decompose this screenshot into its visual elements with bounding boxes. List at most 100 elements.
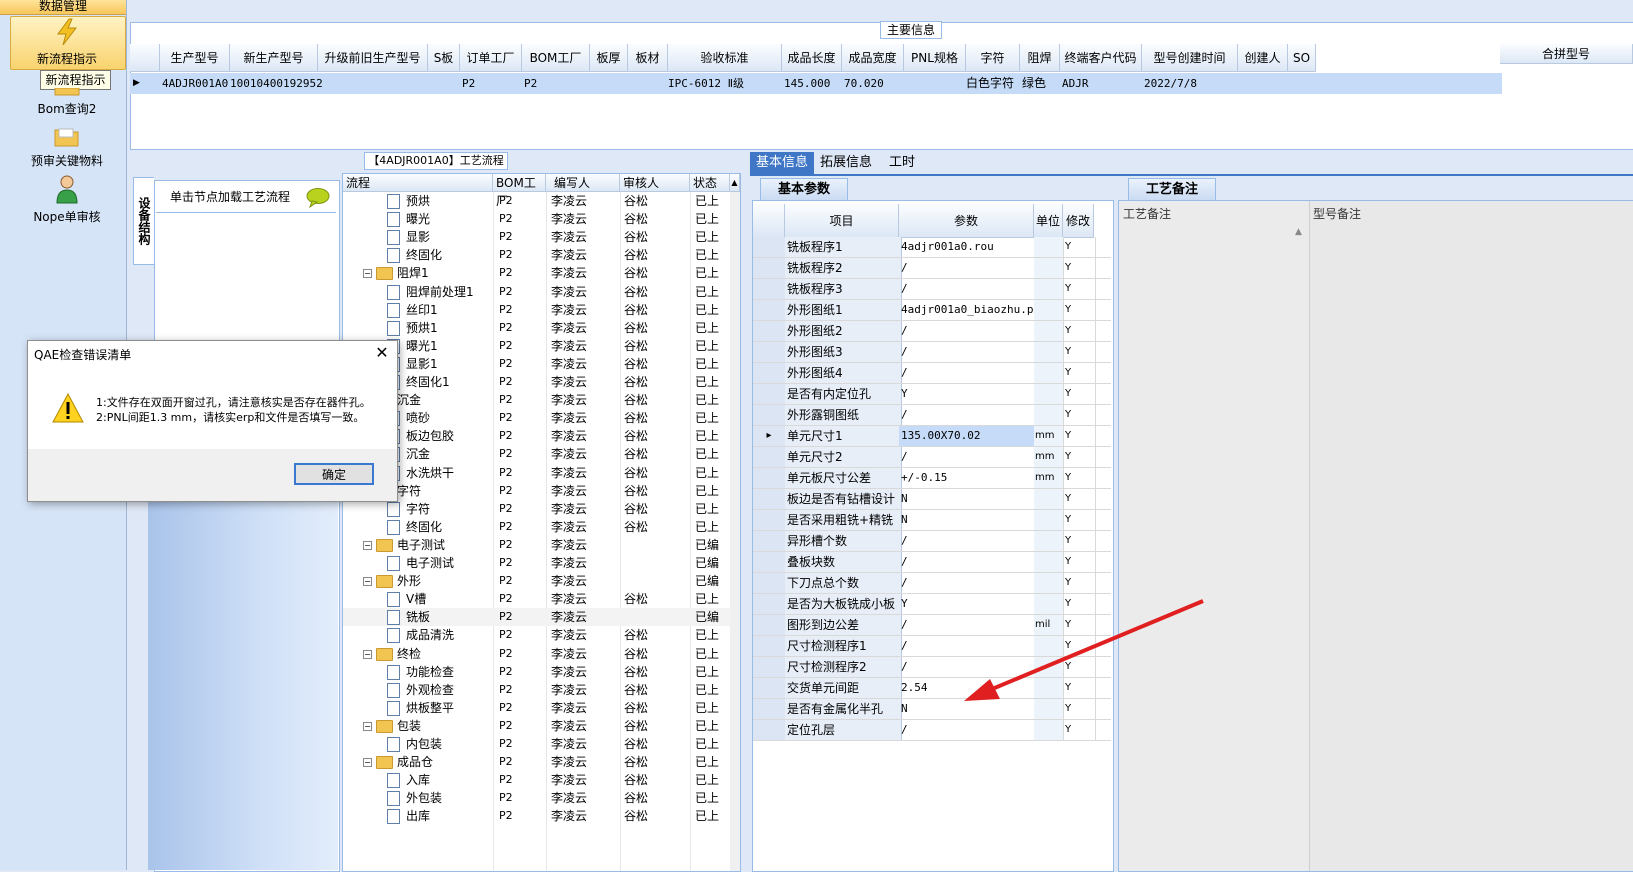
tree-row[interactable]: 显影1 P2 李凌云 谷松 已上 bbox=[343, 355, 740, 373]
collapse-icon[interactable]: − bbox=[363, 649, 372, 659]
cell[interactable]: 145.000 bbox=[784, 73, 830, 94]
col-header[interactable]: 板材 bbox=[628, 44, 668, 72]
process-tree[interactable]: 流程 BOM工厂 编写人 审核人 状态 ▲ 预烘 P2 李凌云 谷松 已上 曝光 P2 李凌云… bbox=[342, 173, 741, 872]
tree-row[interactable]: 烘板整平 P2 李凌云 谷松 已上 bbox=[343, 699, 740, 717]
tree-row[interactable]: −沉金P2李凌云谷松已上 bbox=[343, 391, 740, 409]
cell[interactable]: P2 bbox=[462, 73, 475, 94]
tree-row[interactable]: V槽 P2 李凌云 谷松 已上 bbox=[343, 590, 740, 608]
tree-row[interactable]: 预烘 P2 李凌云 谷松 已上 bbox=[343, 192, 740, 210]
tree-row[interactable]: 曝光1 P2 李凌云 谷松 已上 bbox=[343, 337, 740, 355]
process-hint-bar[interactable]: 单击节点加载工艺流程 bbox=[156, 182, 336, 213]
nav-item-bom-query[interactable]: Bom查询2 bbox=[8, 88, 126, 117]
param-value[interactable]: 2.54 bbox=[899, 678, 1035, 698]
param-row[interactable]: 铣板程序1 4adjr001a0.rou Y bbox=[753, 237, 1111, 258]
tree-row[interactable]: 电子测试 P2 李凌云 已编 bbox=[343, 554, 740, 572]
param-row[interactable]: 异形槽个数 / Y bbox=[753, 531, 1111, 552]
col-header[interactable]: 参数 bbox=[899, 204, 1034, 238]
collapse-icon[interactable]: − bbox=[363, 269, 372, 279]
row-indicator[interactable] bbox=[753, 363, 786, 383]
param-row[interactable]: ▸ 单元尺寸1 135.00X70.02 mm Y bbox=[753, 426, 1111, 447]
param-value[interactable]: / bbox=[899, 279, 1035, 299]
col-header[interactable]: 成品长度 bbox=[782, 44, 842, 72]
tree-row[interactable]: 终固化 P2 李凌云 谷松 已上 bbox=[343, 518, 740, 536]
row-indicator[interactable] bbox=[753, 615, 786, 635]
col-header[interactable]: PNL规格 bbox=[904, 44, 966, 72]
param-value[interactable]: / bbox=[899, 552, 1035, 572]
table-row[interactable]: ▶ 4ADJR001A0 10010400192952 P2 P2 IPC-60… bbox=[130, 73, 1502, 94]
tree-row[interactable]: 出库 P2 李凌云 谷松 已上 bbox=[343, 807, 740, 825]
tree-node[interactable]: 预烘1 bbox=[387, 319, 438, 337]
tab-extended-info[interactable]: 拓展信息 bbox=[818, 152, 874, 174]
param-row[interactable]: 定位孔层 / Y bbox=[753, 720, 1111, 741]
tree-node[interactable]: − 电子测试 bbox=[363, 536, 445, 554]
row-indicator[interactable] bbox=[753, 468, 786, 488]
grid-corner[interactable] bbox=[130, 44, 160, 72]
tree-row[interactable]: 外观检查 P2 李凌云 谷松 已上 bbox=[343, 681, 740, 699]
param-row[interactable]: 交货单元间距 2.54 Y bbox=[753, 678, 1111, 699]
col-header[interactable]: 板厚 bbox=[590, 44, 628, 72]
param-row[interactable]: 是否有内定位孔 Y Y bbox=[753, 384, 1111, 405]
cell[interactable]: 绿色 bbox=[1022, 73, 1046, 94]
tree-node[interactable]: 烘板整平 bbox=[387, 699, 454, 717]
param-row[interactable]: 外形露铜图纸 / Y bbox=[753, 405, 1111, 426]
tree-row[interactable]: 水洗烘干 P2 李凌云 谷松 已上 bbox=[343, 464, 740, 482]
param-row[interactable]: 外形图纸3/ Y bbox=[753, 342, 1111, 363]
row-indicator[interactable] bbox=[753, 573, 786, 593]
param-row[interactable]: 外形图纸1 4adjr001a0_biaozhu.pdf Y bbox=[753, 300, 1111, 321]
param-value[interactable]: / bbox=[899, 531, 1035, 551]
param-row[interactable]: 叠板块数 / Y bbox=[753, 552, 1111, 573]
collapse-icon[interactable]: − bbox=[363, 577, 372, 587]
row-indicator[interactable] bbox=[753, 657, 786, 677]
param-row[interactable]: 板边是否有钻槽设计 N Y bbox=[753, 489, 1111, 510]
col-header[interactable]: 字符 bbox=[966, 44, 1020, 72]
tab-work-hours[interactable]: 工时 bbox=[882, 152, 922, 174]
tree-node[interactable]: 终固化 bbox=[387, 246, 442, 264]
tree-node[interactable]: 外观检查 bbox=[387, 681, 454, 699]
nav-top-item[interactable]: 数据管理 bbox=[0, 0, 126, 15]
collapse-icon[interactable]: − bbox=[363, 758, 372, 768]
tree-node[interactable]: 铣板 bbox=[387, 608, 430, 626]
tree-row[interactable]: 功能检查 P2 李凌云 谷松 已上 bbox=[343, 663, 740, 681]
cell[interactable]: P2 bbox=[524, 73, 537, 94]
col-header[interactable]: 流程 bbox=[343, 174, 493, 192]
ok-button[interactable]: 确定 bbox=[294, 463, 374, 485]
scroll-up-icon[interactable]: ▲ bbox=[1295, 227, 1302, 237]
row-indicator[interactable] bbox=[753, 636, 786, 656]
tree-node[interactable]: − 包装 bbox=[363, 717, 421, 735]
row-indicator[interactable] bbox=[753, 384, 786, 404]
tree-row[interactable]: 沉金 P2 李凌云 谷松 已上 bbox=[343, 445, 740, 463]
grid-corner[interactable] bbox=[753, 204, 785, 238]
tree-node[interactable]: − 终检 bbox=[363, 645, 421, 663]
collapse-icon[interactable]: − bbox=[363, 721, 372, 731]
row-indicator[interactable] bbox=[753, 258, 786, 278]
param-row[interactable]: 尺寸检测程序1/ Y bbox=[753, 636, 1111, 657]
param-value[interactable]: N bbox=[899, 699, 1035, 719]
col-header[interactable]: SO bbox=[1288, 44, 1316, 72]
param-row[interactable]: 外形图纸4/ Y bbox=[753, 363, 1111, 384]
cell[interactable]: 70.020 bbox=[844, 73, 884, 94]
param-value[interactable]: N bbox=[899, 489, 1035, 509]
tab-basic-params[interactable]: 基本参数 bbox=[760, 178, 848, 201]
tree-node[interactable]: 终固化 bbox=[387, 518, 442, 536]
tree-row[interactable]: 外包装 P2 李凌云 谷松 已上 bbox=[343, 789, 740, 807]
param-value[interactable]: 135.00X70.02 bbox=[899, 426, 1035, 446]
param-value[interactable]: / bbox=[899, 615, 1035, 635]
col-header[interactable]: S板 bbox=[428, 44, 460, 72]
merge-model-header[interactable]: 合拼型号 bbox=[1500, 44, 1633, 64]
row-indicator[interactable] bbox=[753, 279, 786, 299]
param-value[interactable]: / bbox=[899, 636, 1035, 656]
param-value[interactable]: 4adjr001a0_biaozhu.pdf bbox=[899, 300, 1035, 320]
cell[interactable]: 4ADJR001A0 bbox=[162, 73, 228, 94]
tree-node[interactable]: 出库 bbox=[387, 807, 430, 825]
col-header[interactable]: 升级前旧生产型号 bbox=[318, 44, 428, 72]
tree-node[interactable]: 曝光 bbox=[387, 210, 430, 228]
tree-node[interactable]: 入库 bbox=[387, 771, 430, 789]
col-header[interactable]: 创建人 bbox=[1238, 44, 1288, 72]
tree-node[interactable]: 预烘 bbox=[387, 192, 430, 210]
tree-row[interactable]: − 外形 P2 李凌云 已编 bbox=[343, 572, 740, 590]
col-header[interactable]: 型号创建时间 bbox=[1142, 44, 1238, 72]
tree-row[interactable]: − 终检 P2 李凌云 谷松 已上 bbox=[343, 645, 740, 663]
row-indicator[interactable] bbox=[753, 678, 786, 698]
tree-row[interactable]: 曝光 P2 李凌云 谷松 已上 bbox=[343, 210, 740, 228]
nav-item-prereview-materials[interactable]: 预审关键物料 bbox=[8, 126, 126, 169]
